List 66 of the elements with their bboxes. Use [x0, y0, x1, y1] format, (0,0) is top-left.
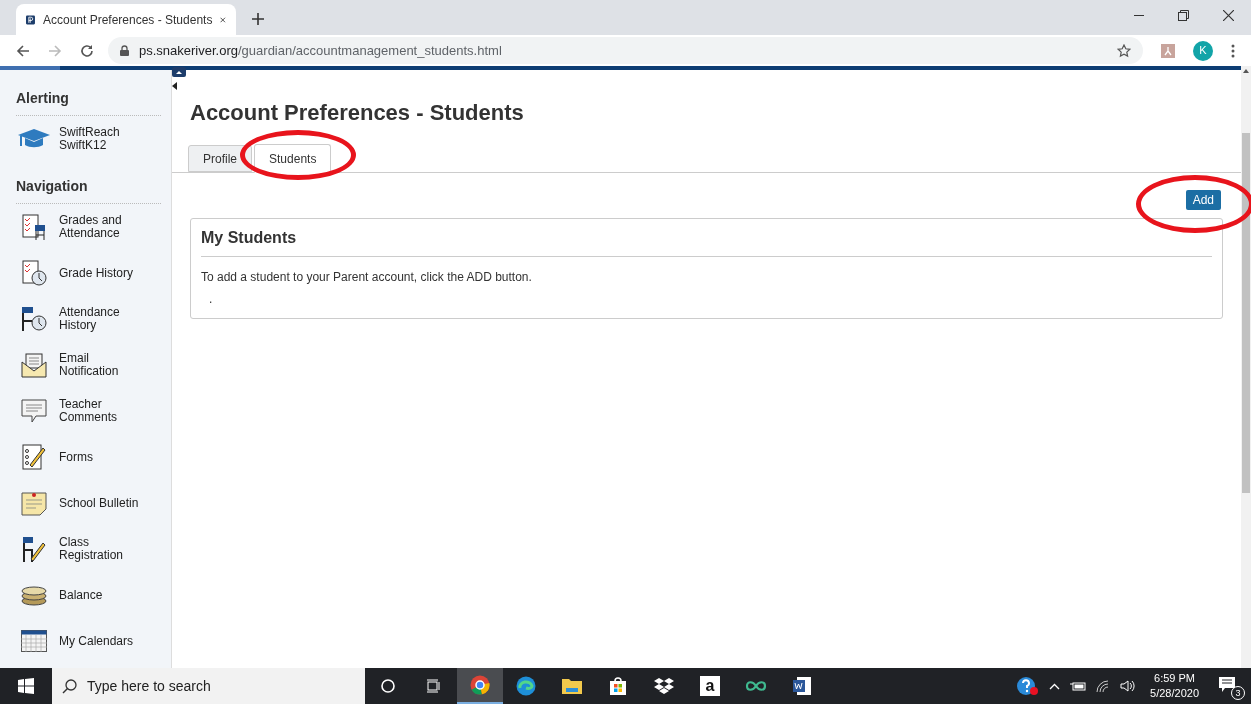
sidebar-link[interactable]: Attendance History: [16, 296, 161, 342]
sidebar-link[interactable]: Email Notification: [16, 342, 161, 388]
taskbar-search-field[interactable]: Type here to search: [52, 668, 365, 704]
clock-time[interactable]: 6:59 PM: [1154, 671, 1195, 686]
lock-icon: [120, 45, 129, 56]
caret-up-icon[interactable]: [1049, 682, 1061, 690]
panel-title: My Students: [201, 219, 1212, 257]
circle-icon[interactable]: [381, 679, 395, 693]
coins-icon: [20, 584, 47, 606]
shopping-bag-icon[interactable]: [609, 677, 627, 695]
calendar-icon: [20, 630, 47, 652]
browser-icon[interactable]: [470, 675, 490, 695]
scrollbar[interactable]: [1241, 66, 1251, 668]
search-icon: [62, 679, 77, 694]
tab-title: Account Preferences - Students: [42, 11, 213, 29]
star-icon[interactable]: [1117, 43, 1131, 58]
notification-count: 3: [1231, 686, 1245, 700]
sidebar-heading: Navigation: [16, 176, 161, 204]
clock-date[interactable]: 5/28/2020: [1150, 686, 1199, 701]
new-tab-icon[interactable]: [252, 13, 264, 25]
speaker-icon[interactable]: [1120, 680, 1137, 692]
sidebar-link[interactable]: Balance: [16, 572, 161, 618]
tab[interactable]: Profile: [188, 145, 252, 172]
sidebar-heading: Alerting: [16, 88, 161, 116]
url-text: ps.snakeriver.org/guardian/accountmanagement_students.html: [139, 41, 503, 60]
close-icon[interactable]: [1223, 10, 1234, 21]
address-bar[interactable]: ps.snakeriver.org/guardian/accountmanagement_students.html: [108, 37, 1143, 64]
speech-bubble-icon: [19, 397, 48, 425]
folder-icon[interactable]: [562, 678, 582, 694]
restore-icon[interactable]: [1178, 10, 1189, 21]
back-icon[interactable]: [16, 43, 30, 58]
sidebar-link[interactable]: Forms: [16, 434, 161, 480]
app-letter-tile[interactable]: a: [700, 676, 720, 696]
swirl-icon[interactable]: [516, 676, 536, 696]
menu-icon[interactable]: [1231, 43, 1235, 58]
form-pencil-icon: [21, 443, 46, 471]
sidebar-link[interactable]: School Bulletin: [16, 480, 161, 526]
help-alert-icon[interactable]: [1017, 676, 1040, 696]
sidebar-link[interactable]: Class Registration: [16, 526, 161, 572]
browser-tab[interactable]: Account Preferences - Students: [16, 4, 236, 35]
bulletin-note-icon: [20, 490, 47, 516]
scroll-up-icon[interactable]: [1243, 69, 1249, 73]
reload-icon[interactable]: [80, 43, 94, 58]
sidebar-link[interactable]: SwiftReach SwiftK12: [16, 116, 161, 162]
task-view-icon[interactable]: [427, 679, 441, 693]
note-text: .: [209, 291, 213, 308]
checklist-clock-icon: [19, 259, 48, 287]
collapse-toggle-icon[interactable]: [172, 67, 186, 77]
sidebar-link[interactable]: My Calendars: [16, 618, 161, 664]
open-box-icon[interactable]: [654, 677, 674, 695]
infinity-icon[interactable]: [745, 680, 767, 692]
document-icon[interactable]: [792, 676, 812, 696]
wifi-icon[interactable]: [1096, 680, 1111, 692]
close-icon[interactable]: [220, 14, 226, 25]
battery-icon[interactable]: [1070, 681, 1087, 691]
page-title: Account Preferences - Students: [190, 99, 525, 127]
envelope-icon: [19, 351, 48, 379]
add-button[interactable]: Add: [1185, 190, 1221, 210]
sidebar-link[interactable]: Grade History: [16, 250, 161, 296]
notification-icon[interactable]: [1219, 677, 1235, 692]
sidebar-link[interactable]: Grades and Attendance: [16, 204, 161, 250]
instruction-text: To add a student to your Parent account, click the ADD button.: [201, 269, 533, 286]
tab[interactable]: Students: [254, 144, 332, 173]
checklist-chair-icon: [19, 213, 48, 241]
windows-logo-icon[interactable]: [18, 678, 34, 694]
sidebar-link[interactable]: Teacher Comments: [16, 388, 161, 434]
